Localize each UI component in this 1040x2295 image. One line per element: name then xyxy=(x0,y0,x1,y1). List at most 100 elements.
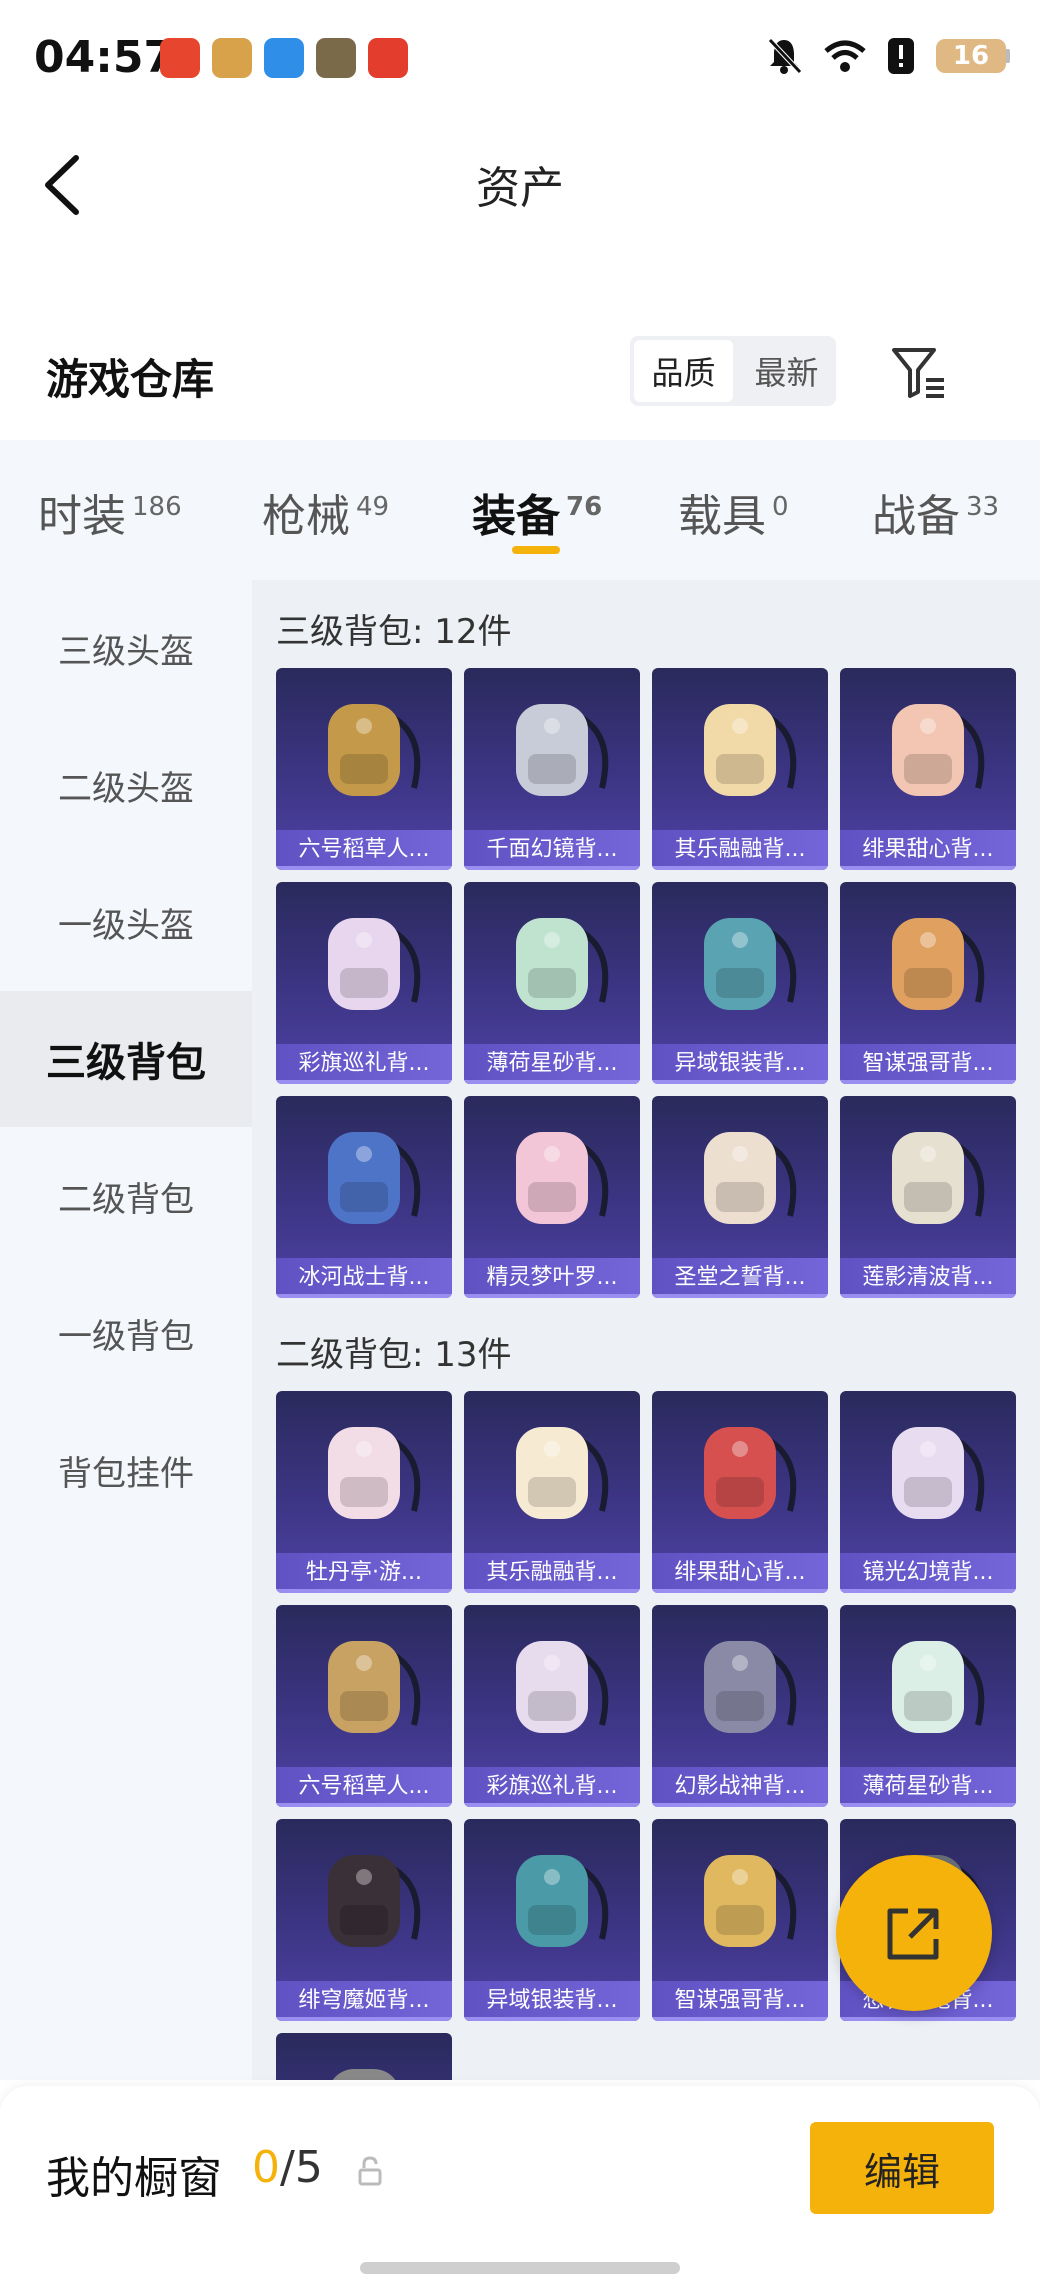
share-button[interactable] xyxy=(836,1855,992,2011)
backpack-icon xyxy=(704,1641,797,1733)
tab-supplies[interactable]: 战备 33 xyxy=(872,480,999,544)
quality-bar xyxy=(840,1294,1016,1298)
item-card[interactable]: 其乐融融背... xyxy=(652,668,828,870)
quality-bar xyxy=(840,866,1016,870)
backpack-icon xyxy=(516,1132,609,1224)
backpack-icon xyxy=(892,1132,985,1224)
backpack-icon xyxy=(516,1427,609,1519)
sidebar-item-level1-helmet[interactable]: 一级头盔 xyxy=(0,854,252,990)
sidebar-item-level1-backpack[interactable]: 一级背包 xyxy=(0,1265,252,1401)
notification-app-icons xyxy=(160,38,408,78)
sidebar-item-level3-helmet[interactable]: 三级头盔 xyxy=(0,580,252,716)
quality-bar xyxy=(464,1589,640,1593)
filter-icon[interactable] xyxy=(890,344,946,400)
item-name: 彩旗巡礼背... xyxy=(276,1044,452,1084)
item-card[interactable]: 薄荷星砂背... xyxy=(464,882,640,1084)
item-card[interactable]: 绯穹魔姬背... xyxy=(276,1819,452,2021)
item-card[interactable]: 绯果甜心背... xyxy=(840,668,1016,870)
quality-bar xyxy=(840,1803,1016,1807)
section-title-level2-backpack: 二级背包: 13件 xyxy=(276,1335,512,1375)
item-card[interactable]: 彩旗巡礼背... xyxy=(464,1605,640,1807)
sort-by-quality[interactable]: 品质 xyxy=(634,340,733,402)
backpack-icon xyxy=(328,1855,421,1947)
alert-icon xyxy=(888,38,914,74)
backpack-icon xyxy=(328,918,421,1010)
backpack-icon xyxy=(892,1641,985,1733)
item-card[interactable]: 镜光幻境背... xyxy=(840,1391,1016,1593)
app-icon xyxy=(212,38,252,78)
showcase-current: 0 xyxy=(252,2142,280,2193)
home-indicator xyxy=(360,2262,680,2274)
item-card[interactable]: 智谋强哥背... xyxy=(652,1819,828,2021)
item-card[interactable]: 六号稻草人... xyxy=(276,668,452,870)
item-card[interactable]: 莲影清波背... xyxy=(840,1096,1016,1298)
sidebar-item-backpack-pendant[interactable]: 背包挂件 xyxy=(0,1402,252,1538)
backpack-icon xyxy=(704,1427,797,1519)
tab-count: 33 xyxy=(966,492,1000,523)
item-name: 六号稻草人... xyxy=(276,830,452,870)
wifi-icon xyxy=(824,40,866,72)
item-card[interactable] xyxy=(276,2033,452,2080)
item-name: 绯穹魔姬背... xyxy=(276,1981,452,2021)
page-title: 资产 xyxy=(476,163,564,214)
item-card[interactable]: 异域银装背... xyxy=(464,1819,640,2021)
tab-count: 0 xyxy=(772,492,789,523)
item-card[interactable]: 彩旗巡礼背... xyxy=(276,882,452,1084)
tab-label: 载具 xyxy=(678,491,766,542)
item-name: 冰河战士背... xyxy=(276,1258,452,1298)
mute-bell-icon xyxy=(768,38,802,74)
backpack-icon xyxy=(892,1427,985,1519)
item-card[interactable]: 千面幻镜背... xyxy=(464,668,640,870)
tab-weapons[interactable]: 枪械 49 xyxy=(262,480,389,544)
item-card[interactable]: 牡丹亭·游... xyxy=(276,1391,452,1593)
item-name: 六号稻草人... xyxy=(276,1767,452,1807)
share-icon xyxy=(887,1908,939,1960)
sidebar-item-level2-backpack[interactable]: 二级背包 xyxy=(0,1128,252,1264)
item-card[interactable]: 精灵梦叶罗... xyxy=(464,1096,640,1298)
sidebar-item-level3-backpack[interactable]: 三级背包 xyxy=(0,991,252,1127)
backpack-icon xyxy=(892,704,985,796)
backpack-icon xyxy=(704,1855,797,1947)
showcase-total: 5 xyxy=(294,2142,323,2193)
quality-bar xyxy=(652,1589,828,1593)
item-card[interactable]: 异域银装背... xyxy=(652,882,828,1084)
showcase-title: 我的橱窗 xyxy=(46,2153,222,2204)
tab-label: 时装 xyxy=(38,491,126,542)
item-card[interactable]: 冰河战士背... xyxy=(276,1096,452,1298)
backpack-icon xyxy=(704,1132,797,1224)
backpack-icon xyxy=(892,918,985,1010)
tab-count: 186 xyxy=(132,492,182,523)
item-card[interactable]: 幻影战神背... xyxy=(652,1605,828,1807)
quality-bar xyxy=(276,866,452,870)
item-card[interactable]: 智谋强哥背... xyxy=(840,882,1016,1084)
quality-bar xyxy=(840,1589,1016,1593)
status-time: 04:57 xyxy=(34,32,175,83)
tab-fashion[interactable]: 时装 186 xyxy=(38,480,182,544)
backpack-icon xyxy=(328,1132,421,1224)
item-name: 千面幻镜背... xyxy=(464,830,640,870)
quality-bar xyxy=(464,866,640,870)
tab-count: 76 xyxy=(566,492,603,523)
item-card[interactable]: 其乐融融背... xyxy=(464,1391,640,1593)
item-card[interactable]: 六号稻草人... xyxy=(276,1605,452,1807)
tab-label: 枪械 xyxy=(262,491,350,542)
item-name: 幻影战神背... xyxy=(652,1767,828,1807)
item-name: 异域银装背... xyxy=(652,1044,828,1084)
item-card[interactable]: 绯果甜心背... xyxy=(652,1391,828,1593)
sort-by-latest[interactable]: 最新 xyxy=(737,336,836,406)
sidebar-item-level2-helmet[interactable]: 二级头盔 xyxy=(0,717,252,853)
item-name: 精灵梦叶罗... xyxy=(464,1258,640,1298)
system-icons: 16 xyxy=(766,36,1010,76)
quality-bar xyxy=(464,1080,640,1084)
item-card[interactable]: 圣堂之誓背... xyxy=(652,1096,828,1298)
quality-bar xyxy=(464,1294,640,1298)
tab-vehicles[interactable]: 载具 0 xyxy=(678,480,789,544)
edit-button[interactable]: 编辑 xyxy=(810,2122,994,2214)
quality-bar xyxy=(276,2017,452,2021)
item-name: 薄荷星砂背... xyxy=(840,1767,1016,1807)
item-name: 其乐融融背... xyxy=(652,830,828,870)
quality-bar xyxy=(652,1294,828,1298)
item-card[interactable]: 薄荷星砂背... xyxy=(840,1605,1016,1807)
battery-icon: 16 xyxy=(936,39,1010,73)
tab-equipment[interactable]: 装备 76 xyxy=(472,480,602,544)
